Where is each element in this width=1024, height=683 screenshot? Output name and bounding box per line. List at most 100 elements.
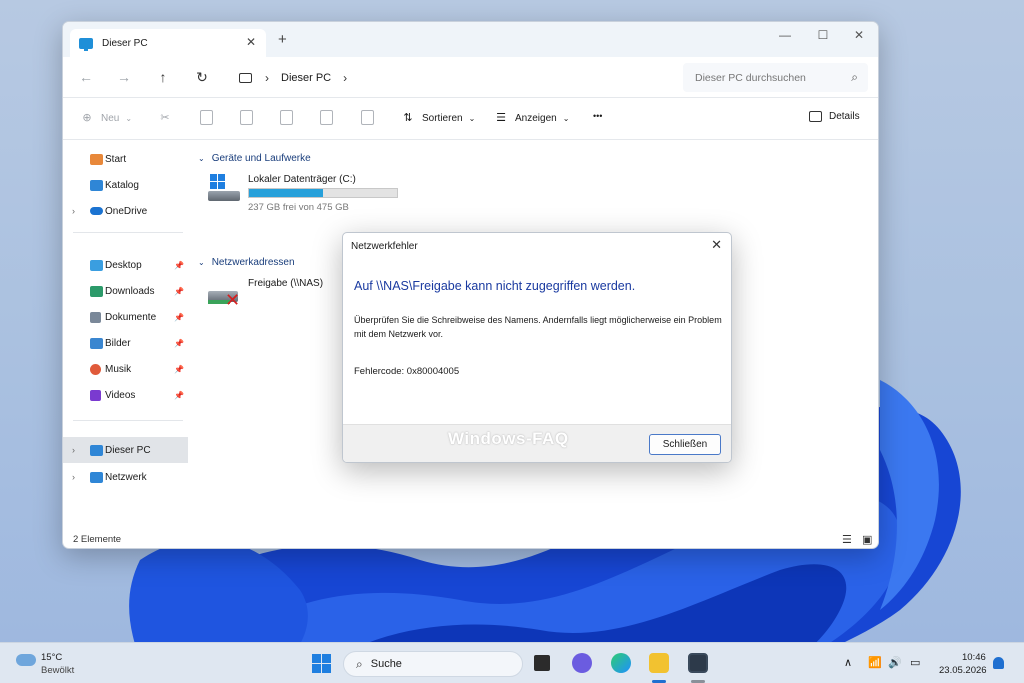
view-button[interactable]: ☰ Anzeigen ⌄ — [494, 111, 569, 125]
view-icon: ☰ — [496, 112, 506, 124]
chevron-right-icon[interactable]: › — [72, 472, 75, 482]
close-window-button[interactable]: ✕ — [849, 28, 869, 42]
chevron-right-icon[interactable]: › — [343, 71, 347, 85]
navigation-bar: ← → ↑ ↻ › Dieser PC › Dieser PC durchsuc… — [63, 57, 878, 98]
taskbar-search[interactable]: ⌕ Suche — [343, 651, 523, 677]
copy-icon[interactable] — [200, 110, 213, 125]
network-share-name[interactable]: Freigabe (\\NAS) — [248, 278, 323, 289]
up-button[interactable]: ↑ — [153, 69, 173, 85]
sidebar-item-desktop[interactable]: Desktop 📌 — [63, 252, 188, 278]
chat-icon[interactable] — [572, 653, 592, 673]
new-button[interactable]: ⊕ Neu ⌄ — [80, 111, 132, 125]
paste-icon[interactable] — [240, 110, 253, 125]
battery-icon[interactable]: ▭ — [910, 656, 920, 669]
drive-c-item[interactable] — [208, 172, 242, 202]
dialog-close-button[interactable]: ✕ — [711, 237, 722, 253]
taskbar-search-label: Suche — [370, 658, 402, 670]
drive-name[interactable]: Lokaler Datenträger (C:) — [248, 174, 356, 185]
wifi-icon[interactable]: 📶 — [868, 656, 882, 669]
back-button[interactable]: ← — [76, 69, 96, 85]
chevron-right-icon[interactable]: › — [72, 206, 75, 216]
pin-icon[interactable]: 📌 — [174, 287, 184, 296]
windows-logo-icon — [210, 174, 217, 181]
refresh-button[interactable]: ↻ — [192, 69, 212, 86]
app-icon[interactable] — [688, 653, 708, 673]
sidebar-item-katalog[interactable]: Katalog — [63, 172, 188, 198]
sidebar-item-downloads[interactable]: Downloads 📌 — [63, 278, 188, 304]
search-input[interactable]: Dieser PC durchsuchen ⌕ — [683, 63, 868, 92]
sort-icon: ⇅ — [403, 112, 413, 124]
cloud-icon — [90, 207, 103, 215]
speaker-icon[interactable]: 🔊 — [888, 656, 902, 669]
monitor-icon — [79, 37, 93, 51]
pin-icon[interactable]: 📌 — [174, 339, 184, 348]
pin-icon[interactable]: 📌 — [174, 313, 184, 322]
share-icon[interactable] — [320, 110, 333, 125]
tab-dieser-pc[interactable]: Dieser PC ✕ — [70, 29, 266, 57]
sort-button[interactable]: ⇅ Sortieren ⌄ — [401, 111, 475, 125]
chevron-down-icon: ⌄ — [562, 113, 570, 123]
dialog-message: Überprüfen Sie die Schreibweise des Name… — [354, 315, 722, 339]
pc-icon — [239, 72, 252, 83]
close-tab-icon[interactable]: ✕ — [246, 35, 256, 49]
maximize-button[interactable]: ☐ — [813, 28, 833, 42]
file-explorer-icon[interactable] — [649, 653, 669, 673]
new-tab-button[interactable]: + — [278, 31, 287, 48]
pin-icon[interactable]: 📌 — [174, 261, 184, 270]
sidebar-item-label: Start — [105, 153, 127, 165]
sidebar-item-label: Dokumente — [105, 311, 157, 323]
network-error-dialog: Netzwerkfehler ✕ Auf \\NAS\Freigabe kann… — [342, 232, 732, 463]
windows-logo-icon — [312, 664, 321, 673]
drive-usage-fill — [249, 189, 323, 197]
rename-icon[interactable] — [280, 110, 293, 125]
sidebar-item-dokumente[interactable]: Dokumente 📌 — [63, 304, 188, 330]
notification-bell-icon[interactable] — [993, 657, 1004, 669]
group-header-drives[interactable]: ⌄ Geräte und Laufwerke — [198, 153, 311, 164]
sidebar-item-bilder[interactable]: Bilder 📌 — [63, 330, 188, 356]
more-options-button[interactable]: ••• — [593, 111, 602, 121]
windows-logo-icon — [312, 654, 321, 663]
sidebar-item-musik[interactable]: Musik 📌 — [63, 356, 188, 382]
sidebar-item-onedrive[interactable]: › OneDrive — [63, 198, 188, 224]
sidebar-item-netzwerk[interactable]: › Netzwerk — [63, 464, 188, 490]
minimize-button[interactable]: — — [775, 28, 795, 42]
pin-icon[interactable]: 📌 — [174, 365, 184, 374]
sidebar-item-videos[interactable]: Videos 📌 — [63, 382, 188, 408]
dialog-error-code: Fehlercode: 0x80004005 — [354, 366, 460, 377]
close-dialog-button[interactable]: Schließen — [649, 434, 721, 455]
network-icon — [90, 471, 103, 483]
sidebar-item-label: OneDrive — [105, 205, 148, 217]
chevron-right-icon[interactable]: › — [72, 445, 75, 455]
details-button[interactable]: Details — [809, 111, 860, 122]
details-view-icon[interactable]: ☰ — [842, 533, 852, 546]
delete-icon[interactable] — [361, 110, 374, 125]
drive-free-space: 237 GB frei von 475 GB — [248, 202, 349, 213]
windows-logo-icon — [218, 174, 225, 181]
document-icon — [90, 311, 101, 323]
start-button[interactable] — [312, 654, 331, 673]
tiles-view-icon[interactable]: ▣ — [862, 533, 872, 546]
details-label: Details — [829, 111, 860, 122]
cut-icon[interactable]: ✂ — [158, 111, 172, 125]
pin-icon[interactable]: 📌 — [174, 391, 184, 400]
new-label: Neu — [101, 112, 120, 124]
group-header-label: Geräte und Laufwerke — [211, 153, 311, 164]
address-bar[interactable]: › Dieser PC › — [229, 63, 672, 92]
breadcrumb[interactable]: Dieser PC — [281, 72, 331, 84]
sidebar-item-label: Downloads — [105, 285, 155, 297]
chevron-down-icon: ⌄ — [125, 113, 133, 123]
edge-browser-icon[interactable] — [611, 653, 631, 673]
forward-button[interactable]: → — [114, 69, 134, 85]
details-pane-icon — [809, 111, 822, 122]
chevron-up-icon[interactable]: ∧ — [844, 656, 852, 669]
view-label: Anzeigen — [515, 112, 557, 124]
windows-logo-icon — [210, 182, 217, 189]
sidebar-item-dieser-pc[interactable]: › Dieser PC — [63, 437, 188, 463]
task-view-icon[interactable] — [534, 655, 550, 671]
sidebar-item-label: Desktop — [105, 259, 142, 271]
group-header-network[interactable]: ⌄ Netzwerkadressen — [198, 257, 295, 268]
network-share-item[interactable]: ✕ — [208, 279, 242, 313]
sidebar-item-start[interactable]: Start — [63, 146, 188, 172]
chevron-right-icon[interactable]: › — [265, 71, 269, 85]
chevron-down-icon: ⌄ — [198, 258, 205, 267]
